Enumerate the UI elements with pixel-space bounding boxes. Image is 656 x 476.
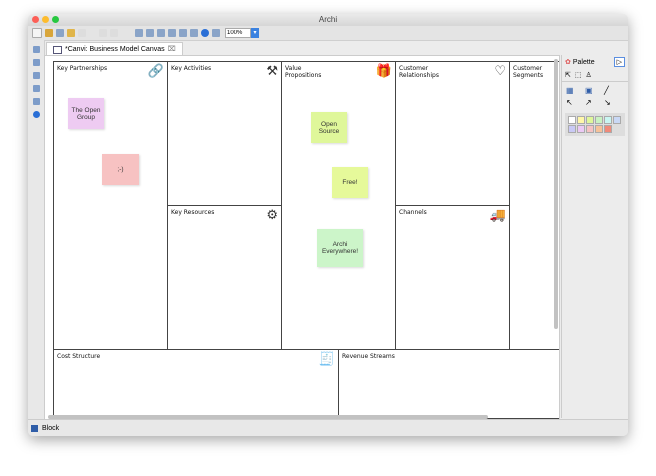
connect-icon[interactable] [168, 29, 176, 37]
sticky-swatch[interactable] [595, 116, 603, 124]
left-toolbar [28, 40, 45, 420]
canvas-icon [53, 45, 62, 54]
undo-icon[interactable] [67, 29, 75, 37]
status-bar: Block [28, 419, 628, 436]
arrow-tool-icon[interactable]: ↗ [585, 98, 601, 107]
arrow-tool-icon[interactable]: ↖ [566, 98, 582, 107]
sticky-swatch[interactable] [595, 125, 603, 133]
toolbar: ▾ [28, 26, 628, 41]
cell-cost-structure[interactable]: Cost Structure 🧾 [53, 349, 339, 419]
palette-icon: ✿ [565, 59, 571, 66]
cell-key-activities[interactable]: Key Activities ⚒ [167, 61, 282, 206]
note-text: Open Source [318, 120, 340, 135]
resources-icon: ⚙ [266, 208, 278, 223]
palette-collapse-button[interactable]: ▷ [613, 57, 625, 67]
open-icon[interactable] [45, 29, 53, 37]
palette-panel: ✿ Palette ▷ ⇱ ⬚ ♙ ▦ ▣ ╱ ↖ ↗ ↘ [561, 55, 628, 418]
new-icon[interactable] [32, 28, 42, 38]
title-bar: Archi [28, 14, 628, 26]
cell-label: Revenue Streams [342, 353, 395, 360]
cell-value-propositions[interactable]: Value Propositions 🎁 [281, 61, 396, 350]
zoom-input[interactable] [225, 28, 251, 38]
cell-label: Cost Structure [57, 353, 101, 360]
sticky-swatch[interactable] [586, 125, 594, 133]
sticky-note[interactable]: Archi Everywhere! [317, 229, 363, 267]
sticky-swatch[interactable] [586, 116, 594, 124]
cell-customer-segments[interactable]: Customer Segments [509, 61, 559, 350]
block-icon [31, 424, 38, 432]
sticky-swatch[interactable] [577, 116, 585, 124]
vertical-scrollbar[interactable] [554, 59, 558, 329]
receipt-icon: 🧾 [318, 352, 335, 367]
sticky-note[interactable]: ;-) [102, 154, 139, 185]
cell-label: Value Propositions [285, 65, 322, 79]
heart-icon: ♡ [494, 64, 506, 79]
save-icon[interactable] [56, 29, 64, 37]
chevron-down-icon[interactable]: ▾ [251, 28, 259, 38]
redo-icon[interactable] [78, 29, 86, 37]
arrow-tool-icon[interactable]: ↘ [604, 98, 620, 107]
palette-title: Palette [572, 59, 595, 66]
sticky-swatch[interactable] [568, 125, 576, 133]
app-window: Archi ▾ *Canvi: Business Model Canvas⌧ K… [28, 14, 628, 436]
block-tool-icon[interactable]: ▦ [566, 86, 582, 95]
cell-label: Customer Segments [513, 65, 544, 79]
properties-icon[interactable] [32, 59, 40, 66]
note-text: ;-) [117, 166, 124, 173]
status-text: Block [42, 424, 60, 432]
grid-icon[interactable] [179, 29, 187, 37]
diagram-canvas[interactable]: Key Partnerships 🔗 Key Activities ⚒ Key Re… [44, 55, 560, 420]
cell-label: Key Partnerships [57, 65, 108, 72]
outline-icon[interactable] [32, 72, 40, 79]
cell-label: Key Resources [171, 209, 215, 216]
worker-icon: ⚒ [266, 64, 278, 79]
cell-channels[interactable]: Channels 🚚 [395, 205, 510, 350]
sticky-swatch[interactable] [577, 125, 585, 133]
maximize-button[interactable] [52, 16, 59, 23]
info-icon[interactable] [201, 29, 209, 37]
navigator-icon[interactable] [32, 85, 40, 92]
sticky-swatch[interactable] [613, 116, 621, 124]
gift-icon: 🎁 [375, 64, 392, 79]
line-tool-icon[interactable]: ╱ [604, 86, 620, 95]
zoom-combo[interactable]: ▾ [225, 28, 259, 38]
tab-business-model-canvas[interactable]: *Canvi: Business Model Canvas ⌧ [46, 42, 183, 56]
layout-icon[interactable] [146, 29, 154, 37]
sticky-note[interactable]: Free! [332, 167, 368, 198]
note-text: Archi Everywhere! [321, 241, 359, 255]
model-tree-icon[interactable] [32, 46, 40, 53]
cell-customer-relationships[interactable]: Customer Relationships ♡ [395, 61, 510, 206]
cell-key-resources[interactable]: Key Resources ⚙ [167, 205, 282, 350]
cell-label: Customer Relationships [399, 65, 439, 79]
cut-icon[interactable] [99, 29, 107, 37]
note-text: Free! [342, 179, 358, 186]
cell-label: Key Activities [171, 65, 212, 72]
note-text: The Open Group [71, 106, 101, 121]
truck-icon: 🚚 [489, 208, 506, 223]
chain-icon: 🔗 [147, 64, 164, 79]
close-button[interactable] [32, 16, 39, 23]
sticky-swatch[interactable] [604, 125, 612, 133]
sticky-note[interactable]: The Open Group [68, 98, 104, 129]
palette-icon[interactable] [32, 98, 40, 105]
minimize-button[interactable] [42, 16, 49, 23]
sticky-swatches [565, 113, 625, 136]
sticky-swatch[interactable] [604, 116, 612, 124]
info-icon[interactable] [32, 111, 40, 118]
marquee-tool-icon[interactable]: ⬚ [575, 71, 582, 79]
refresh-icon[interactable] [212, 29, 220, 37]
sticky-swatch[interactable] [568, 116, 576, 124]
image-tool-icon[interactable]: ▣ [585, 86, 601, 95]
select-tool-icon[interactable]: ⇱ [565, 71, 571, 79]
copy-icon[interactable] [110, 29, 118, 37]
align-icon[interactable] [135, 29, 143, 37]
snap-icon[interactable] [190, 29, 198, 37]
sticky-note[interactable]: Open Source [311, 112, 347, 143]
cell-revenue-streams[interactable]: Revenue Streams [338, 349, 559, 419]
tree-icon[interactable] [157, 29, 165, 37]
cell-label: Channels [399, 209, 427, 216]
format-painter-icon[interactable]: ♙ [586, 71, 592, 79]
window-title: Archi [318, 15, 338, 24]
editor-tabs: *Canvi: Business Model Canvas ⌧ [44, 40, 628, 56]
